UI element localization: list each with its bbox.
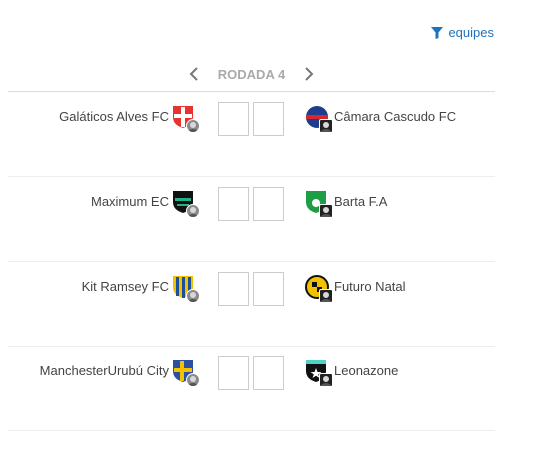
match-row: Kit Ramsey FC Futuro Natal bbox=[8, 262, 495, 347]
round-label: RODADA 4 bbox=[217, 66, 286, 82]
away-team-name: Câmara Cascudo FC bbox=[334, 109, 457, 124]
away-score-input[interactable] bbox=[253, 102, 284, 136]
home-score-input[interactable] bbox=[218, 187, 249, 221]
away-score-input[interactable] bbox=[253, 356, 284, 390]
away-team-name: Leonazone bbox=[334, 363, 399, 378]
coach-avatar bbox=[186, 119, 200, 133]
coach-avatar bbox=[186, 373, 200, 387]
match-row: Galáticos Alves FC Câmara Cascudo FC bbox=[8, 92, 495, 177]
home-team-name: Maximum EC bbox=[90, 194, 169, 209]
home-team-crest-icon bbox=[172, 190, 200, 218]
home-team-crest-icon bbox=[172, 105, 200, 133]
home-team-crest-icon bbox=[172, 359, 200, 387]
home-team-crest-icon bbox=[172, 275, 200, 303]
home-score-input[interactable] bbox=[218, 272, 249, 306]
match-row: Maximum EC Barta F.A bbox=[8, 177, 495, 262]
home-team-name: ManchesterUrubú City bbox=[39, 363, 169, 378]
coach-avatar bbox=[319, 119, 333, 133]
away-team-crest-icon bbox=[305, 190, 333, 218]
teams-filter-label: equipes bbox=[448, 25, 494, 40]
home-score-input[interactable] bbox=[218, 102, 249, 136]
home-team-name: Kit Ramsey FC bbox=[81, 279, 169, 294]
round-navigator: RODADA 4 bbox=[8, 57, 495, 92]
away-team-crest-icon bbox=[305, 275, 333, 303]
away-team-crest-icon bbox=[305, 359, 333, 387]
away-team-name: Futuro Natal bbox=[334, 279, 406, 294]
coach-avatar bbox=[186, 204, 200, 218]
coach-avatar bbox=[319, 204, 333, 218]
next-round-button[interactable] bbox=[299, 64, 319, 84]
coach-avatar bbox=[186, 289, 200, 303]
teams-filter-button[interactable]: equipes bbox=[431, 25, 494, 40]
match-row: ManchesterUrubú City Leonazone bbox=[8, 346, 495, 431]
away-score-input[interactable] bbox=[253, 187, 284, 221]
previous-round-button[interactable] bbox=[184, 64, 204, 84]
chevron-left-icon bbox=[189, 67, 198, 81]
filter-icon bbox=[431, 26, 444, 39]
home-score-input[interactable] bbox=[218, 356, 249, 390]
coach-avatar bbox=[319, 289, 333, 303]
coach-avatar bbox=[319, 373, 333, 387]
chevron-right-icon bbox=[305, 67, 314, 81]
away-score-input[interactable] bbox=[253, 272, 284, 306]
home-team-name: Galáticos Alves FC bbox=[59, 109, 169, 124]
away-team-name: Barta F.A bbox=[334, 194, 388, 209]
away-team-crest-icon bbox=[305, 105, 333, 133]
